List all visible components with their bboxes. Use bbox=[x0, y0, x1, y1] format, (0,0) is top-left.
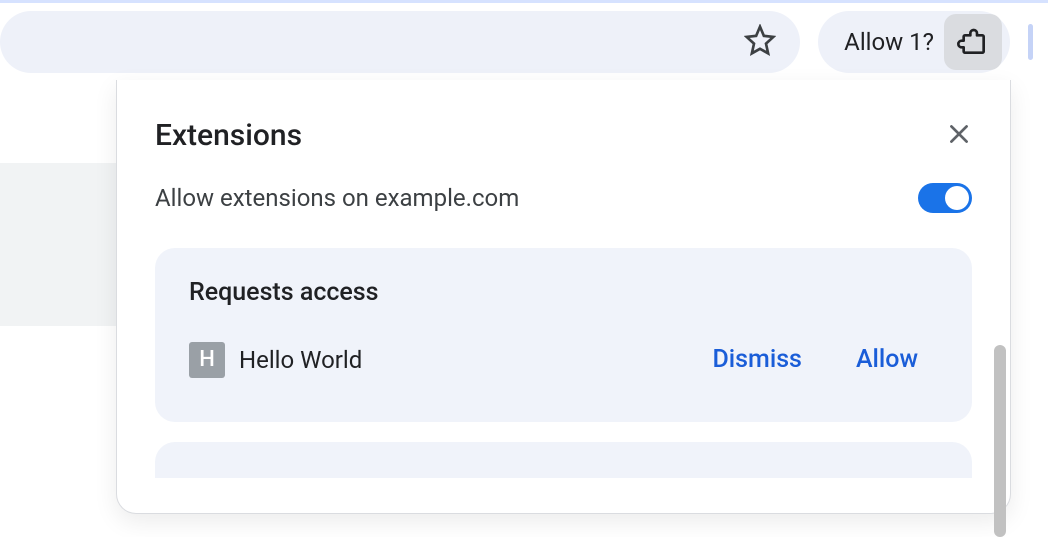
extension-letter-icon: H bbox=[189, 342, 225, 378]
extensions-popup: Extensions Allow extensions on example.c… bbox=[116, 80, 1011, 514]
extension-name: Hello World bbox=[239, 346, 678, 374]
page-gray-region bbox=[0, 163, 116, 326]
allow-extensions-toggle[interactable] bbox=[918, 183, 972, 213]
browser-toolbar: Allow 1? bbox=[0, 3, 1048, 80]
bookmark-star-icon[interactable] bbox=[744, 24, 776, 60]
scrollbar-thumb[interactable] bbox=[994, 345, 1006, 537]
popup-title: Extensions bbox=[155, 118, 302, 153]
allow-extensions-label: Allow extensions on example.com bbox=[155, 184, 519, 212]
toolbar-divider bbox=[1028, 24, 1033, 60]
requests-access-title: Requests access bbox=[189, 278, 938, 307]
next-card-peek bbox=[155, 442, 972, 478]
dismiss-button[interactable]: Dismiss bbox=[692, 337, 821, 382]
extension-row: H Hello World Dismiss Allow bbox=[189, 337, 938, 382]
allow-chip-label: Allow 1? bbox=[844, 28, 934, 56]
toggle-knob bbox=[945, 186, 969, 210]
address-bar[interactable] bbox=[0, 11, 800, 73]
allow-button[interactable]: Allow bbox=[836, 337, 938, 382]
extension-allow-chip[interactable]: Allow 1? bbox=[818, 11, 1010, 73]
requests-access-card: Requests access H Hello World Dismiss Al… bbox=[155, 248, 972, 422]
extensions-puzzle-icon[interactable] bbox=[944, 14, 1002, 70]
close-icon[interactable] bbox=[946, 121, 972, 151]
